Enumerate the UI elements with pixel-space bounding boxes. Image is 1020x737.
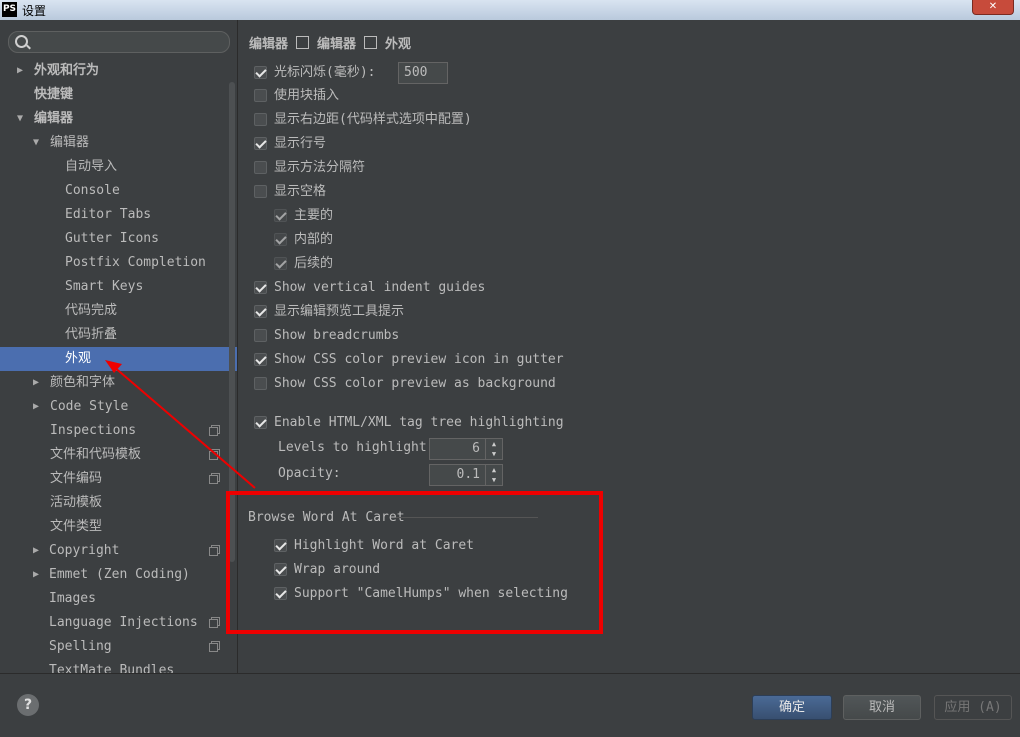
help-icon[interactable]: ?: [17, 694, 39, 716]
ok-button[interactable]: 确定: [752, 695, 832, 720]
cancel-button[interactable]: 取消: [843, 695, 921, 720]
dialog-button-bar: ? 确定 取消 应用 (A): [0, 673, 1020, 737]
apply-button[interactable]: 应用 (A): [934, 695, 1012, 720]
annotation-arrow: [105, 360, 256, 489]
